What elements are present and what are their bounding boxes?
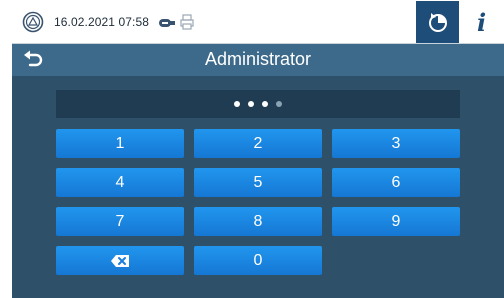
pin-dot <box>262 101 268 107</box>
key-3[interactable]: 3 <box>332 129 460 158</box>
backspace-icon <box>111 254 129 267</box>
pin-dot <box>276 101 282 107</box>
program-mode-button[interactable] <box>416 1 459 43</box>
pin-dot <box>234 101 240 107</box>
status-datetime: 16.02.2021 07:58 <box>54 15 150 29</box>
key-7[interactable]: 7 <box>56 207 184 236</box>
key-0[interactable]: 0 <box>194 246 322 275</box>
page-title: Administrator <box>204 49 312 69</box>
usb-stick-icon <box>159 19 175 27</box>
pin-display <box>56 90 460 118</box>
title-bar: Administrator <box>12 44 504 76</box>
info-button[interactable]: i <box>459 1 504 43</box>
info-icon: i <box>476 7 487 37</box>
key-9[interactable]: 9 <box>332 207 460 236</box>
key-8[interactable]: 8 <box>194 207 322 236</box>
program-mode-icon <box>428 13 447 32</box>
backspace-button[interactable] <box>56 246 184 275</box>
key-4[interactable]: 4 <box>56 168 184 197</box>
pin-dot <box>248 101 254 107</box>
printer-icon <box>180 14 194 30</box>
device-logo-icon <box>22 11 44 33</box>
app-frame: 16.02.2021 07:58 i Administrator 1 2 3 4… <box>12 0 504 298</box>
key-6[interactable]: 6 <box>332 168 460 197</box>
status-bar: 16.02.2021 07:58 i <box>12 0 504 44</box>
key-5[interactable]: 5 <box>194 168 322 197</box>
key-2[interactable]: 2 <box>194 129 322 158</box>
key-1[interactable]: 1 <box>56 129 184 158</box>
